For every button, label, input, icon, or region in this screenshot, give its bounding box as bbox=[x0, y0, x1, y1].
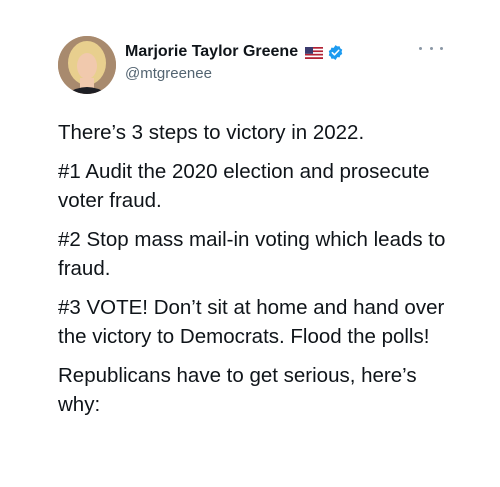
tweet-paragraph: There’s 3 steps to victory in 2022. bbox=[58, 121, 365, 144]
author-handle[interactable]: @mtgreenee bbox=[125, 65, 212, 82]
tweet-paragraph: Republicans have to get serious, here’s … bbox=[58, 364, 417, 416]
verified-badge-icon bbox=[327, 44, 344, 61]
tweet-text: There’s 3 steps to victory in 2022. #1 A… bbox=[58, 118, 458, 429]
author-name[interactable]: Marjorie Taylor Greene bbox=[125, 43, 344, 61]
tweet-paragraph: #2 Stop mass mail-in voting which leads … bbox=[58, 228, 446, 280]
tweet-paragraph: #1 Audit the 2020 election and prosecute… bbox=[58, 160, 430, 212]
avatar[interactable] bbox=[58, 36, 116, 94]
dot bbox=[419, 46, 422, 50]
tweet-card: Marjorie Taylor Greene @mtgreenee There’… bbox=[0, 0, 500, 487]
dot bbox=[440, 46, 443, 50]
tweet-paragraph: #3 VOTE! Don’t sit at home and hand over… bbox=[58, 296, 445, 348]
author-display-name[interactable]: Marjorie Taylor Greene bbox=[125, 43, 298, 61]
dot bbox=[429, 46, 433, 50]
more-options-icon[interactable] bbox=[419, 42, 443, 54]
us-flag-icon bbox=[305, 46, 324, 59]
